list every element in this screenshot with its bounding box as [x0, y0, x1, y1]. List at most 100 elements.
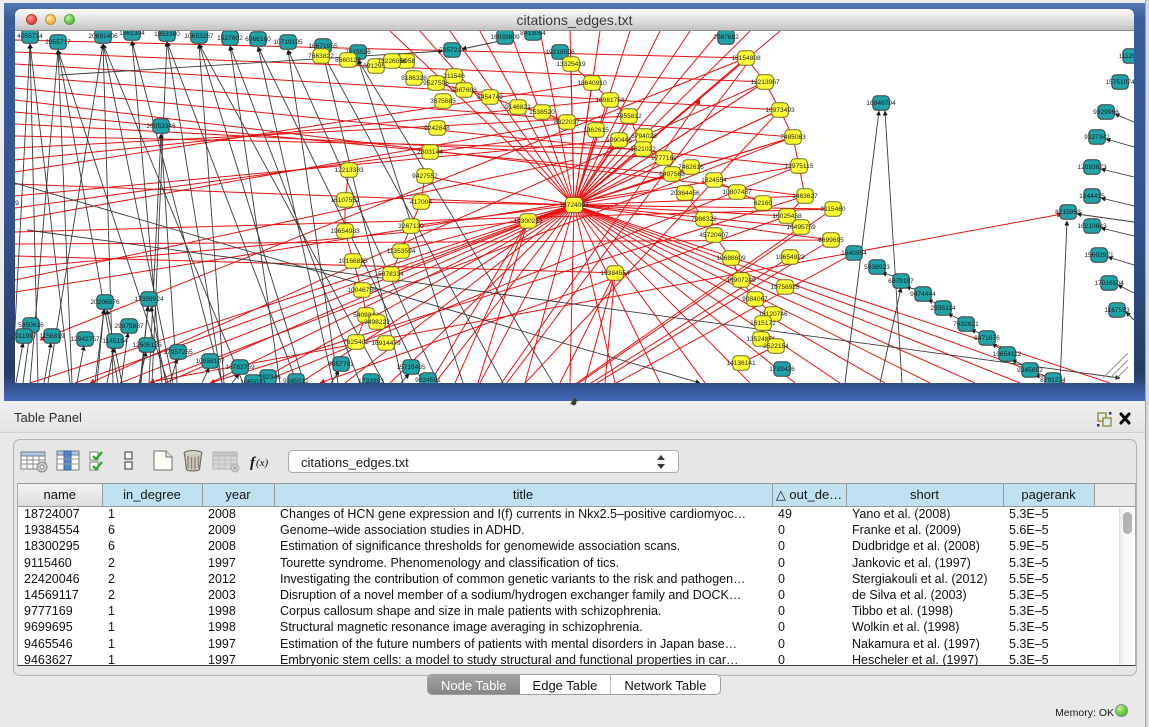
svg-text:16961758: 16961758 — [595, 97, 625, 104]
svg-text:62160: 62160 — [754, 200, 773, 207]
svg-text:8322037: 8322037 — [554, 119, 580, 126]
svg-text:12942757: 12942757 — [70, 336, 100, 343]
svg-text:(x): (x) — [256, 457, 269, 469]
svg-text:2935114: 2935114 — [930, 305, 956, 312]
svg-text:9474444: 9474444 — [910, 291, 936, 298]
svg-text:9329966: 9329966 — [1093, 109, 1119, 116]
svg-text:6699695: 6699695 — [818, 237, 844, 244]
svg-text:12975115: 12975115 — [785, 163, 814, 170]
svg-text:8660123: 8660123 — [335, 57, 361, 64]
svg-text:1145194: 1145194 — [102, 338, 128, 345]
svg-text:12093873: 12093873 — [1077, 164, 1107, 171]
svg-text:10653267: 10653267 — [184, 33, 214, 40]
svg-text:7955812: 7955812 — [616, 113, 642, 120]
svg-text:9427552: 9427552 — [412, 173, 438, 180]
svg-text:8454749: 8454749 — [477, 94, 503, 101]
svg-text:12213383: 12213383 — [334, 167, 364, 174]
svg-text:19384554: 19384554 — [600, 270, 630, 277]
svg-text:19654923: 19654923 — [775, 254, 805, 261]
svg-text:2803144: 2803144 — [417, 149, 443, 156]
svg-text:6497568: 6497568 — [659, 171, 685, 178]
svg-text:1861304: 1861304 — [119, 31, 145, 37]
svg-text:7625402: 7625402 — [343, 339, 369, 346]
svg-text:1527602: 1527602 — [217, 35, 243, 42]
svg-text:1990448: 1990448 — [606, 137, 632, 144]
svg-text:9024501: 9024501 — [415, 377, 441, 383]
svg-text:19756928: 19756928 — [770, 284, 800, 291]
svg-text:18724007: 18724007 — [559, 202, 589, 209]
svg-text:1167533: 1167533 — [1104, 307, 1130, 314]
svg-text:1733426: 1733426 — [769, 366, 795, 373]
svg-text:417004: 417004 — [410, 199, 432, 206]
svg-text:17016504: 17016504 — [1094, 280, 1124, 287]
svg-text:20206576: 20206576 — [90, 299, 120, 306]
svg-text:11353594: 11353594 — [387, 248, 416, 255]
svg-text:1853380: 1853380 — [154, 31, 180, 38]
svg-text:15692971: 15692971 — [1084, 252, 1114, 259]
svg-text:2367608: 2367608 — [451, 87, 477, 94]
svg-text:20364456: 20364456 — [670, 190, 700, 197]
svg-text:16914479: 16914479 — [371, 340, 401, 347]
svg-text:7462616: 7462616 — [678, 164, 704, 171]
svg-text:6879197: 6879197 — [888, 278, 914, 285]
svg-text:16848794: 16848794 — [866, 100, 896, 107]
svg-text:16107552: 16107552 — [330, 197, 360, 204]
svg-text:1621022: 1621022 — [630, 146, 656, 153]
svg-text:7485063: 7485063 — [780, 134, 806, 141]
svg-text:10688609: 10688609 — [716, 255, 746, 262]
svg-text:16210643: 16210643 — [1077, 223, 1107, 230]
svg-text:8791234: 8791234 — [1040, 377, 1066, 383]
svg-text:9084067: 9084067 — [742, 296, 768, 303]
svg-text:12505135: 12505135 — [132, 342, 162, 349]
svg-text:1538520: 1538520 — [529, 109, 555, 116]
svg-text:211546: 211546 — [443, 73, 465, 80]
svg-text:1733993: 1733993 — [358, 378, 384, 383]
svg-text:19166825: 19166825 — [338, 258, 368, 265]
svg-text:7986322: 7986322 — [691, 216, 717, 223]
svg-text:1615172: 1615172 — [750, 320, 776, 327]
svg-text:10807487: 10807487 — [722, 189, 752, 196]
svg-text:10046788: 10046788 — [347, 287, 377, 294]
svg-text:13325419: 13325419 — [556, 61, 586, 68]
svg-text:10025438: 10025438 — [772, 213, 802, 220]
svg-text:29975887: 29975887 — [114, 323, 144, 330]
svg-text:1156819: 1156819 — [39, 333, 65, 340]
svg-text:9242848: 9242848 — [424, 125, 450, 132]
svg-text:7632621: 7632621 — [953, 321, 979, 328]
svg-text:17359924: 17359924 — [134, 296, 164, 303]
svg-text:1463627: 1463627 — [792, 193, 818, 200]
svg-text:5350616: 5350616 — [18, 322, 44, 329]
svg-text:16033809: 16033809 — [490, 34, 520, 41]
svg-text:18640910: 18640910 — [577, 80, 607, 87]
svg-text:3911997: 3911997 — [15, 333, 37, 340]
svg-text:8413054: 8413054 — [520, 31, 546, 37]
svg-text:6794028: 6794028 — [631, 133, 657, 140]
svg-text:7663822: 7663822 — [308, 53, 334, 60]
svg-text:9245652: 9245652 — [1017, 367, 1043, 374]
svg-text:12213967: 12213967 — [750, 79, 780, 86]
svg-text:9777169: 9777169 — [651, 155, 677, 162]
svg-text:14136141: 14136141 — [726, 360, 756, 367]
svg-text:9146821: 9146821 — [505, 104, 531, 111]
svg-text:16154808: 16154808 — [731, 55, 761, 62]
svg-text:1362615: 1362615 — [583, 127, 609, 134]
svg-text:5878334: 5878334 — [378, 271, 404, 278]
svg-text:9227342: 9227342 — [1084, 134, 1110, 141]
svg-text:13226058: 13226058 — [377, 58, 407, 65]
svg-text:5938923: 5938923 — [864, 264, 890, 271]
svg-text:20691406: 20691406 — [88, 33, 118, 40]
svg-text:1624554: 1624554 — [701, 177, 727, 184]
svg-text:8471676: 8471676 — [974, 335, 1000, 342]
svg-text:2522154: 2522154 — [763, 343, 789, 350]
svg-text:15751074: 15751074 — [1105, 79, 1134, 86]
svg-text:1640954: 1640954 — [841, 250, 867, 257]
svg-text:2087682: 2087682 — [713, 34, 739, 41]
svg-text:8215958: 8215958 — [1055, 209, 1081, 216]
svg-text:45720407: 45720407 — [699, 232, 729, 239]
svg-text:9115460: 9115460 — [820, 206, 846, 213]
svg-text:17957255: 17957255 — [163, 349, 193, 356]
svg-text:1112045: 1112045 — [1119, 53, 1134, 60]
svg-text:9245012: 9245012 — [283, 378, 309, 383]
svg-text:10654112: 10654112 — [993, 351, 1022, 358]
svg-text:19300213: 19300213 — [513, 218, 543, 225]
